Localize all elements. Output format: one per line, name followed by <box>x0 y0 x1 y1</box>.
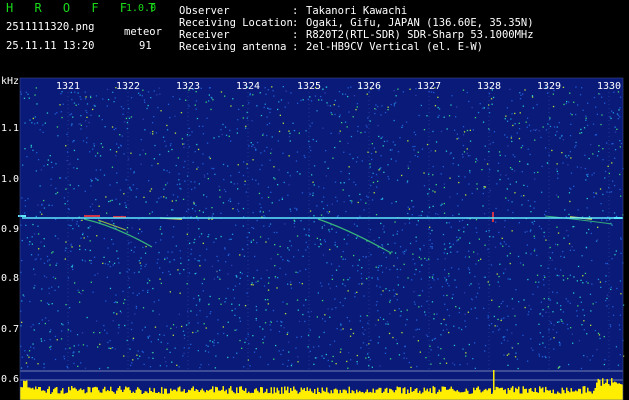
x-tick-1327: 1327 <box>416 81 442 92</box>
spectrogram-waterfall <box>18 77 625 400</box>
y-axis-unit: kHz <box>1 76 20 87</box>
y-tick-0-9: 0.9 <box>1 224 20 235</box>
y-tick-0-8: 0.8 <box>1 273 20 284</box>
x-tick-1329: 1329 <box>536 81 562 92</box>
y-tick-1-0: 1.0 <box>1 174 20 185</box>
y-tick-0-7: 0.7 <box>1 324 20 335</box>
x-tick-1328: 1328 <box>476 81 502 92</box>
x-tick-1326: 1326 <box>356 81 382 92</box>
x-tick-1325: 1325 <box>296 81 322 92</box>
x-tick-1330: 1330 <box>596 81 622 92</box>
x-tick-1324: 1324 <box>235 81 261 92</box>
y-tick-1-1: 1.1 <box>1 123 20 134</box>
plot-background <box>20 78 623 400</box>
x-tick-1321: 1321 <box>55 81 81 92</box>
x-tick-1323: 1323 <box>175 81 201 92</box>
x-tick-1322: 1322 <box>115 81 141 92</box>
y-tick-0-6: 0.6 <box>1 374 20 385</box>
